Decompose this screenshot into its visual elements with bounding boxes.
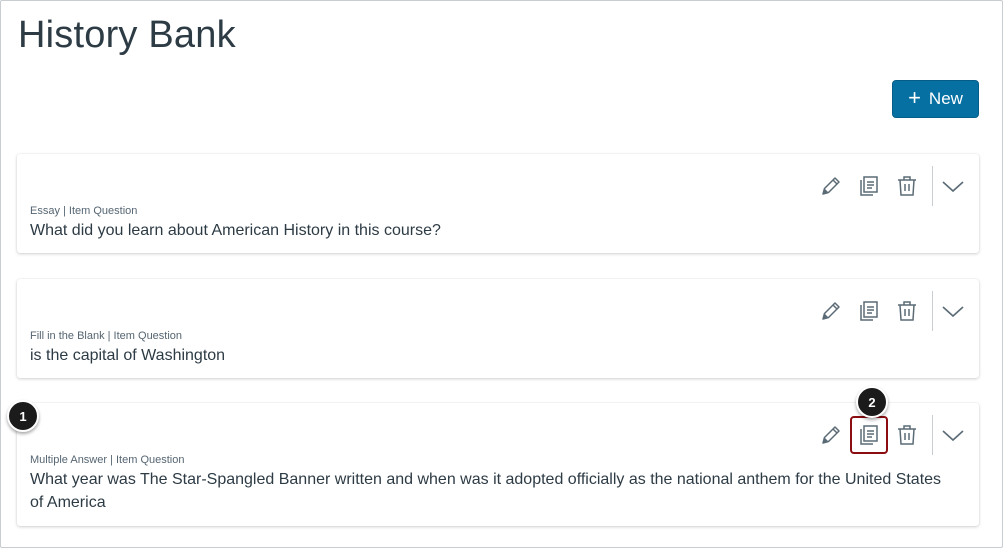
question-text: is the capital of Washington — [30, 347, 226, 364]
trash-icon[interactable] — [888, 416, 926, 454]
chevron-down-icon[interactable] — [939, 167, 967, 205]
question-type: Fill in the Blank | Item Question — [30, 330, 183, 342]
copy-icon[interactable] — [850, 167, 888, 205]
callout-badge-1: 1 — [7, 400, 39, 432]
chevron-down-icon[interactable] — [939, 416, 967, 454]
question-actions — [812, 166, 967, 206]
question-card: Multiple Answer | Item Question What yea… — [17, 403, 979, 526]
question-text: What year was The Star-Spangled Banner w… — [30, 471, 942, 511]
question-type: Multiple Answer | Item Question — [30, 454, 185, 466]
divider — [932, 415, 933, 455]
question-card: Essay | Item Question What did you learn… — [17, 154, 979, 253]
trash-icon[interactable] — [888, 167, 926, 205]
new-question-button[interactable]: + New — [892, 80, 979, 118]
pencil-icon[interactable] — [812, 292, 850, 330]
question-text: What did you learn about American Histor… — [30, 222, 441, 239]
callout-badge-2: 2 — [856, 386, 888, 418]
question-type: Essay | Item Question — [30, 205, 138, 217]
pencil-icon[interactable] — [812, 167, 850, 205]
new-button-label: New — [928, 89, 963, 108]
divider — [932, 166, 933, 206]
divider — [932, 291, 933, 331]
copy-icon[interactable] — [850, 292, 888, 330]
question-card: Fill in the Blank | Item Question is the… — [17, 279, 979, 378]
pencil-icon[interactable] — [812, 416, 850, 454]
question-actions — [812, 291, 967, 331]
plus-icon: + — [908, 85, 921, 110]
chevron-down-icon[interactable] — [939, 292, 967, 330]
question-actions — [812, 415, 967, 455]
page-title: History Bank — [18, 14, 236, 56]
trash-icon[interactable] — [888, 292, 926, 330]
copy-icon[interactable] — [850, 416, 888, 454]
